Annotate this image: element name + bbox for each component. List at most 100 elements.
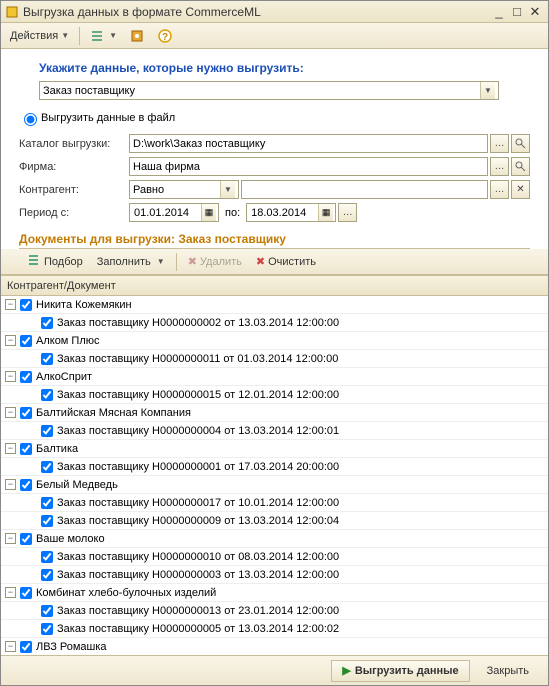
tree-parent-row[interactable]: − Ваше молоко	[1, 530, 548, 548]
tree-child-row[interactable]: Заказ поставщику Н0000000001 от 17.03.20…	[1, 458, 548, 476]
row-checkbox[interactable]	[20, 479, 32, 491]
document-name: Заказ поставщику Н0000000010 от 08.03.20…	[57, 551, 339, 563]
actions-menu[interactable]: Действия ▼	[5, 26, 74, 46]
period-picker-button[interactable]: …	[338, 203, 357, 222]
dropdown-arrow-icon[interactable]: ▼	[220, 181, 235, 198]
tree-parent-row[interactable]: −Балтика	[1, 440, 548, 458]
period-to-label: по:	[225, 207, 240, 219]
tree-child-row[interactable]: Заказ поставщику Н0000000013 от 23.01.20…	[1, 602, 548, 620]
delete-button[interactable]: ✖ Удалить	[182, 252, 248, 272]
close-footer-button[interactable]: Закрыть	[476, 660, 540, 682]
counterparty-browse-button[interactable]: …	[490, 180, 509, 199]
row-checkbox[interactable]	[20, 587, 32, 599]
row-checkbox[interactable]	[20, 533, 32, 545]
tree-parent-row[interactable]: −Никита Кожемякин	[1, 296, 548, 314]
help-icon: ?	[157, 28, 173, 44]
toolbar-btn-1[interactable]: ▼	[85, 26, 122, 46]
row-checkbox[interactable]	[41, 317, 53, 329]
row-checkbox[interactable]	[20, 299, 32, 311]
date-from-input[interactable]: 01.01.2014 ▦	[129, 203, 219, 222]
fill-button[interactable]: Заполнить ▼	[91, 252, 171, 272]
firm-browse-button[interactable]: …	[490, 157, 509, 176]
help-button[interactable]: ?	[152, 26, 178, 46]
tree-child-row[interactable]: Заказ поставщику Н0000000002 от 13.03.20…	[1, 314, 548, 332]
catalog-browse-button[interactable]: …	[490, 134, 509, 153]
export-to-file-radio-input[interactable]	[24, 113, 37, 126]
tree-child-row[interactable]: Заказ поставщику Н0000000011 от 01.03.20…	[1, 350, 548, 368]
dropdown-arrow-icon[interactable]: ▼	[480, 82, 495, 99]
collapse-icon[interactable]: −	[5, 335, 16, 346]
play-icon: ▶	[342, 664, 350, 677]
maximize-button[interactable]: □	[508, 4, 526, 19]
counterparty-op-combo[interactable]: Равно ▼	[129, 180, 239, 199]
grid-header[interactable]: Контрагент/Документ	[1, 276, 548, 296]
tree-parent-row[interactable]: −АлкоСприт	[1, 368, 548, 386]
date-from-value: 01.01.2014	[134, 207, 201, 219]
tree-child-row[interactable]: Заказ поставщику Н0000000003 от 13.03.20…	[1, 566, 548, 584]
grid-body[interactable]: −Никита Кожемякин Заказ поставщику Н00000…	[1, 296, 548, 672]
row-checkbox[interactable]	[41, 515, 53, 527]
document-name: Заказ поставщику Н0000000002 от 13.03.20…	[57, 317, 339, 329]
tree-parent-row[interactable]: −Алком Плюс	[1, 332, 548, 350]
row-checkbox[interactable]	[20, 443, 32, 455]
toolbar-btn-2[interactable]	[124, 26, 150, 46]
collapse-icon[interactable]: −	[5, 533, 16, 544]
firm-input[interactable]: Наша фирма	[129, 157, 488, 176]
counterparty-clear-button[interactable]: ✕	[511, 180, 530, 199]
row-checkbox[interactable]	[41, 425, 53, 437]
row-checkbox[interactable]	[41, 569, 53, 581]
select-label: Подбор	[44, 256, 83, 268]
collapse-icon[interactable]: −	[5, 443, 16, 454]
toolbar-separator	[79, 27, 80, 45]
close-button[interactable]: ✕	[526, 4, 544, 20]
dropdown-arrow-icon: ▼	[109, 31, 117, 40]
tree-child-row[interactable]: Заказ поставщику Н0000000010 от 08.03.20…	[1, 548, 548, 566]
tree-child-row[interactable]: Заказ поставщику Н0000000004 от 13.03.20…	[1, 422, 548, 440]
export-button[interactable]: ▶ Выгрузить данные	[331, 660, 469, 682]
firm-search-button[interactable]	[511, 157, 530, 176]
tree-parent-row[interactable]: − Белый Медведь	[1, 476, 548, 494]
collapse-icon[interactable]: −	[5, 479, 16, 490]
row-checkbox[interactable]	[41, 497, 53, 509]
counterparty-name: Ваше молоко	[36, 533, 105, 545]
row-checkbox[interactable]	[20, 335, 32, 347]
close-label: Закрыть	[487, 665, 529, 677]
export-to-file-label: Выгрузить данные в файл	[41, 112, 175, 124]
tree-child-row[interactable]: Заказ поставщику Н0000000005 от 13.03.20…	[1, 620, 548, 638]
row-checkbox[interactable]	[20, 641, 32, 653]
tree-parent-row[interactable]: −Балтийская Мясная Компания	[1, 404, 548, 422]
collapse-icon[interactable]: −	[5, 371, 16, 382]
row-checkbox[interactable]	[20, 407, 32, 419]
collapse-icon[interactable]: −	[5, 407, 16, 418]
tree-parent-row[interactable]: −Комбинат хлебо-булочных изделий	[1, 584, 548, 602]
section-title: Укажите данные, которые нужно выгрузить:	[39, 61, 530, 75]
clear-button[interactable]: ✖ Очистить	[250, 252, 322, 272]
row-checkbox[interactable]	[20, 371, 32, 383]
row-checkbox[interactable]	[41, 551, 53, 563]
counterparty-input[interactable]	[241, 180, 488, 199]
row-checkbox[interactable]	[41, 353, 53, 365]
collapse-icon[interactable]: −	[5, 587, 16, 598]
row-checkbox[interactable]	[41, 389, 53, 401]
calendar-icon[interactable]: ▦	[201, 204, 216, 221]
tree-child-row[interactable]: Заказ поставщику Н0000000009 от 13.03.20…	[1, 512, 548, 530]
tree-child-row[interactable]: Заказ поставщику Н0000000017 от 10.01.20…	[1, 494, 548, 512]
export-to-file-radio[interactable]: Выгрузить данные в файл	[19, 110, 530, 126]
row-checkbox[interactable]	[41, 605, 53, 617]
row-checkbox[interactable]	[41, 461, 53, 473]
catalog-input[interactable]: D:\work\Заказ поставщику	[129, 134, 488, 153]
window-title: Выгрузка данных в формате CommerceML	[23, 5, 490, 19]
collapse-icon[interactable]: −	[5, 299, 16, 310]
tree-child-row[interactable]: Заказ поставщику Н0000000015 от 12.01.20…	[1, 386, 548, 404]
tree-parent-row[interactable]: −ЛВЗ Ромашка	[1, 638, 548, 656]
counterparty-name: Белый Медведь	[36, 479, 118, 491]
date-to-input[interactable]: 18.03.2014 ▦	[246, 203, 336, 222]
doc-type-combo[interactable]: Заказ поставщику ▼	[39, 81, 499, 100]
counterparty-op-value: Равно	[133, 184, 164, 196]
select-button[interactable]: Подбор	[23, 252, 89, 272]
minimize-button[interactable]: _	[490, 4, 508, 19]
collapse-icon[interactable]: −	[5, 641, 16, 652]
calendar-icon[interactable]: ▦	[318, 204, 333, 221]
catalog-search-button[interactable]	[511, 134, 530, 153]
row-checkbox[interactable]	[41, 623, 53, 635]
